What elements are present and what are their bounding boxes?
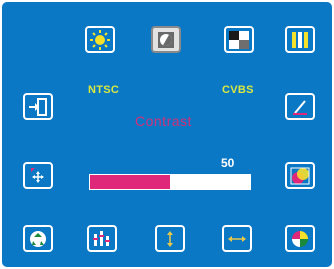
contrast-slider[interactable]	[89, 174, 251, 190]
source-input-icon[interactable]	[23, 93, 53, 120]
equalizer-icon[interactable]	[87, 225, 117, 252]
contrast-value: 50	[221, 156, 235, 170]
brightness-icon[interactable]	[85, 26, 115, 53]
standard-label: NTSC	[88, 84, 120, 96]
horizontal-size-icon[interactable]	[222, 225, 252, 252]
edit-icon[interactable]	[285, 93, 315, 120]
sharpness-icon[interactable]	[285, 26, 315, 53]
osd-menu-screen: NTSC CVBS Contrast 50	[2, 2, 332, 267]
contrast-slider-fill	[90, 175, 170, 189]
source-label: CVBS	[222, 84, 254, 96]
position-icon[interactable]	[23, 162, 53, 189]
palette-icon[interactable]	[285, 225, 315, 252]
vertical-size-icon[interactable]	[155, 225, 185, 252]
color-balance-icon[interactable]	[285, 162, 315, 189]
contrast-icon[interactable]	[151, 26, 181, 53]
selected-item-title: Contrast	[135, 113, 192, 129]
color-icon[interactable]	[224, 26, 254, 53]
recycle-reset-icon[interactable]	[23, 225, 53, 252]
